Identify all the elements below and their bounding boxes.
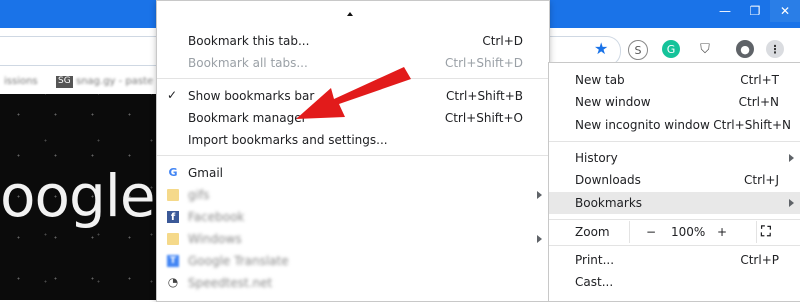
bookmark-item-speedtest[interactable]: ◔ Speedtest.net	[157, 272, 549, 294]
menu-item-label: History	[575, 151, 618, 165]
google-icon: G	[168, 165, 178, 179]
menu-item-label: gifs	[188, 188, 210, 202]
menu-item-label: Bookmarks	[575, 196, 643, 210]
menu-item-label: Import bookmarks and settings...	[188, 133, 388, 147]
fullscreen-icon[interactable]: ⛶	[761, 224, 771, 240]
menu-item-shortcut: Ctrl+D	[482, 34, 523, 48]
close-window-button[interactable]: ✕	[770, 0, 800, 22]
menu-item-label: Show bookmarks bar	[188, 89, 315, 103]
submenu-arrow-icon	[789, 154, 794, 162]
cast-item[interactable]: Cast...	[549, 271, 800, 293]
new-incognito-window-item[interactable]: New incognito window Ctrl+Shift+N	[549, 114, 800, 136]
minimize-button[interactable]: —	[710, 0, 740, 22]
menu-item-label: Bookmark all tabs...	[188, 56, 308, 70]
bookmarks-bar-item[interactable]: snag.gy - paste	[76, 76, 153, 88]
bookmarks-item[interactable]: Bookmarks	[549, 192, 800, 214]
bookmark-all-tabs-item[interactable]: Bookmark all tabs... Ctrl+Shift+D	[157, 52, 549, 74]
submenu-arrow-icon	[537, 235, 542, 243]
window-controls: — ❐ ✕	[710, 0, 800, 22]
menu-item-label: Speedtest.net	[188, 276, 273, 290]
menu-item-label: Cast...	[575, 275, 614, 289]
menu-divider	[157, 155, 549, 156]
submenu-arrow-icon	[789, 199, 794, 207]
show-bookmarks-bar-item[interactable]: ✓ Show bookmarks bar Ctrl+Shift+B	[157, 85, 549, 107]
menu-divider	[157, 78, 549, 79]
zoom-out-button[interactable]: −	[646, 225, 656, 239]
menu-divider	[549, 141, 800, 142]
zoom-level: 100%	[671, 225, 706, 239]
translate-icon: T	[167, 255, 179, 267]
menu-item-shortcut: Ctrl+Shift+B	[446, 89, 523, 103]
speedtest-icon: ◔	[167, 275, 179, 289]
submenu-arrow-icon	[537, 191, 542, 199]
bookmark-folder-windows[interactable]: Windows	[157, 228, 549, 250]
chrome-menu-icon[interactable]: ⋮	[766, 40, 784, 58]
folder-icon	[167, 189, 179, 201]
menu-item-label: New incognito window	[575, 118, 710, 132]
new-tab-item[interactable]: New tab Ctrl+T	[549, 69, 800, 91]
menu-item-label: Gmail	[188, 166, 224, 180]
bookmark-item-facebook[interactable]: f Facebook	[157, 206, 549, 228]
new-window-item[interactable]: New window Ctrl+N	[549, 91, 800, 113]
menu-item-label: Google Translate	[188, 254, 289, 268]
bookmark-item-translate[interactable]: T Google Translate	[157, 250, 549, 272]
menu-item-shortcut: Ctrl+T	[740, 73, 779, 87]
checkmark-icon: ✓	[167, 88, 178, 102]
bookmark-this-tab-item[interactable]: Bookmark this tab... Ctrl+D	[157, 30, 549, 52]
print-item[interactable]: Print... Ctrl+P	[549, 249, 800, 271]
menu-item-shortcut: Ctrl+Shift+N	[713, 118, 791, 132]
maximize-button[interactable]: ❐	[740, 0, 770, 22]
bookmarks-bar-item[interactable]: issions	[4, 76, 38, 88]
scroll-up-icon[interactable]	[347, 12, 353, 16]
menu-divider	[549, 245, 800, 246]
menu-item-label: Zoom	[575, 225, 610, 239]
menu-item-label: New window	[575, 95, 651, 109]
bookmark-item-gmail[interactable]: G Gmail	[157, 162, 549, 184]
import-bookmarks-item[interactable]: Import bookmarks and settings...	[157, 129, 549, 151]
menu-item-shortcut: Ctrl+J	[744, 173, 779, 187]
zoom-in-button[interactable]: +	[717, 225, 727, 239]
menu-item-shortcut: Ctrl+N	[738, 95, 779, 109]
profile-avatar-icon[interactable]: ●	[736, 40, 754, 58]
bookmark-folder-gifs[interactable]: gifs	[157, 184, 549, 206]
menu-item-shortcut: Ctrl+P	[740, 253, 779, 267]
bookmark-star-icon[interactable]: ★	[594, 39, 608, 58]
menu-item-label: New tab	[575, 73, 625, 87]
skype-extension-icon[interactable]: S	[628, 40, 648, 60]
zoom-row: Zoom − 100% + ⛶	[549, 221, 800, 243]
facebook-icon: f	[167, 211, 179, 223]
shield-extension-icon[interactable]: ⛉	[696, 40, 714, 58]
menu-item-shortcut: Ctrl+Shift+D	[445, 56, 523, 70]
menu-divider	[549, 219, 800, 220]
bookmarks-submenu: Bookmark this tab... Ctrl+D Bookmark all…	[156, 0, 550, 302]
page-logo-text: oogle	[0, 162, 156, 230]
history-item[interactable]: History	[549, 147, 800, 169]
menu-item-label: Facebook	[188, 210, 245, 224]
menu-item-label: Windows	[188, 232, 242, 246]
folder-icon	[167, 233, 179, 245]
menu-item-label: Downloads	[575, 173, 641, 187]
downloads-item[interactable]: Downloads Ctrl+J	[549, 169, 800, 191]
grammarly-extension-icon[interactable]: G	[662, 40, 680, 58]
menu-item-label: Print...	[575, 253, 615, 267]
menu-item-label: Bookmark this tab...	[188, 34, 310, 48]
chrome-main-menu: New tab Ctrl+T New window Ctrl+N New inc…	[548, 62, 800, 302]
menu-item-shortcut: Ctrl+Shift+O	[444, 111, 523, 125]
bookmarks-bar-item[interactable]: SG	[56, 76, 73, 88]
bookmark-manager-item[interactable]: Bookmark manager Ctrl+Shift+O	[157, 107, 549, 129]
menu-item-label: Bookmark manager	[188, 111, 307, 125]
